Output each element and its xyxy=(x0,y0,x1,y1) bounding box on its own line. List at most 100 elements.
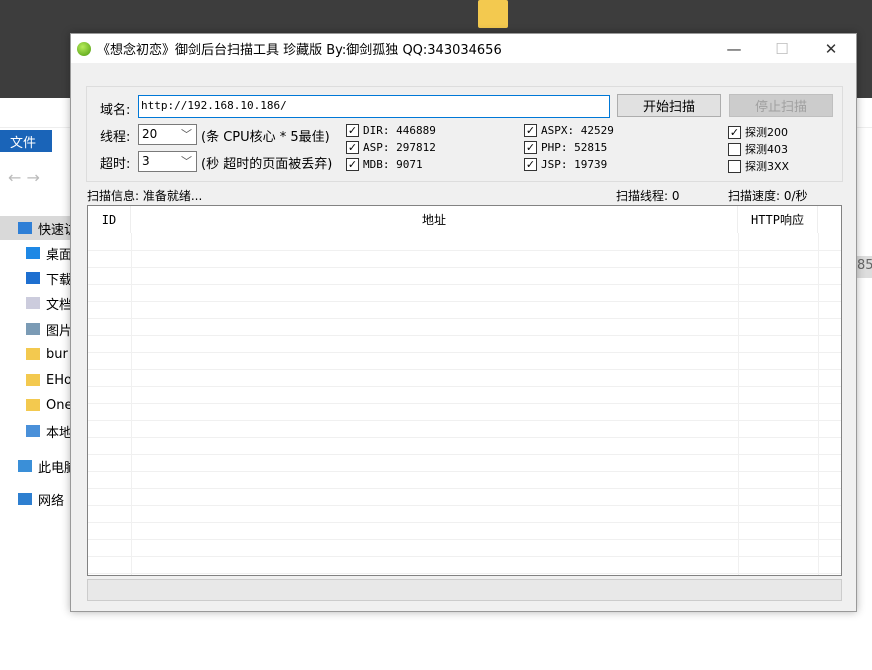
checkbox-label: DIR: 446889 xyxy=(363,124,436,137)
results-table[interactable]: ID 地址 HTTP响应 xyxy=(87,205,842,576)
window-title: 《想念初恋》御剑后台扫描工具 珍藏版 By:御剑孤独 QQ:343034656 xyxy=(97,43,502,58)
folder-icon xyxy=(26,348,40,360)
checkbox[interactable]: 探测3XX xyxy=(728,158,789,174)
checkbox-label: PHP: 52815 xyxy=(541,141,608,154)
scan-threads: 扫描线程: 0 xyxy=(616,189,680,203)
drive-icon xyxy=(26,425,40,437)
checked-icon[interactable]: ✓ xyxy=(524,158,537,171)
checked-icon[interactable]: ✓ xyxy=(346,141,359,154)
computer-icon xyxy=(18,460,32,472)
checkbox[interactable]: ✓ JSP: 19739 xyxy=(524,158,607,171)
network-icon xyxy=(18,493,32,505)
nav-item-label: 桌面 xyxy=(46,247,73,263)
row-divider xyxy=(88,573,841,574)
checkbox[interactable]: ✓ MDB: 9071 xyxy=(346,158,423,171)
settings-group: 域名: http://192.168.10.186/ 开始扫描 停止扫描 线程:… xyxy=(86,86,843,182)
minimize-button[interactable]: — xyxy=(711,34,757,63)
threads-label: 线程: xyxy=(100,130,131,145)
row-divider xyxy=(88,318,841,319)
chevron-down-icon: ﹀ xyxy=(181,128,192,141)
desktop-icon xyxy=(26,247,40,259)
folder-icon xyxy=(26,399,40,411)
checkbox-label: ASP: 297812 xyxy=(363,141,436,154)
maximize-button[interactable]: ☐ xyxy=(759,34,805,63)
row-divider xyxy=(88,369,841,370)
row-divider xyxy=(88,454,841,455)
explorer-partial-text: 85 xyxy=(857,256,872,278)
checkbox[interactable]: ✓ ASPX: 42529 xyxy=(524,124,614,137)
app-icon xyxy=(77,41,91,56)
row-divider xyxy=(88,505,841,506)
checkbox-label: 探测200 xyxy=(745,126,788,139)
nav-item-label: One xyxy=(46,397,73,413)
checkbox[interactable]: 探测403 xyxy=(728,141,788,157)
nav-item-label: 下载 xyxy=(46,272,73,288)
scan-info: 扫描信息: 准备就绪... xyxy=(87,189,203,203)
row-divider xyxy=(88,556,841,557)
row-divider xyxy=(88,301,841,302)
nav-item-label: 网络 xyxy=(38,493,65,509)
row-divider xyxy=(88,267,841,268)
checked-icon[interactable]: ✓ xyxy=(346,124,359,137)
checkbox[interactable]: ✓ PHP: 52815 xyxy=(524,141,607,154)
scan-speed: 扫描速度: 0/秒 xyxy=(728,189,808,203)
nav-item-label: 文档 xyxy=(46,297,73,313)
domain-input[interactable]: http://192.168.10.186/ xyxy=(138,95,610,118)
row-divider xyxy=(88,539,841,540)
timeout-label: 超时: xyxy=(100,157,131,172)
nav-item-label: 图片 xyxy=(46,323,73,339)
row-divider xyxy=(88,335,841,336)
row-divider xyxy=(88,488,841,489)
row-divider xyxy=(88,386,841,387)
row-divider xyxy=(88,403,841,404)
row-divider xyxy=(88,284,841,285)
threads-select[interactable]: 20 ﹀ xyxy=(138,124,197,145)
scanner-window: 《想念初恋》御剑后台扫描工具 珍藏版 By:御剑孤独 QQ:343034656 … xyxy=(70,33,857,612)
checkbox[interactable]: ✓ 探测200 xyxy=(728,124,788,140)
picture-icon xyxy=(26,323,40,335)
checkbox[interactable]: ✓ DIR: 446889 xyxy=(346,124,436,137)
document-icon xyxy=(26,297,40,309)
row-divider xyxy=(88,522,841,523)
row-divider xyxy=(88,437,841,438)
checked-icon[interactable]: ✓ xyxy=(524,141,537,154)
unchecked-icon[interactable] xyxy=(728,142,741,156)
row-divider xyxy=(88,471,841,472)
timeout-select[interactable]: 3 ﹀ xyxy=(138,151,197,172)
row-divider xyxy=(88,250,841,251)
folder-icon xyxy=(478,0,508,28)
back-forward-icons[interactable]: ← → xyxy=(8,168,40,187)
checkbox-label: MDB: 9071 xyxy=(363,158,423,171)
checkbox-label: 探测3XX xyxy=(745,160,790,173)
start-scan-button[interactable]: 开始扫描 xyxy=(617,94,721,117)
timeout-value: 3 xyxy=(142,154,150,168)
nav-item-label: bur xyxy=(46,346,68,362)
checked-icon[interactable]: ✓ xyxy=(728,125,741,139)
checkbox[interactable]: ✓ ASP: 297812 xyxy=(346,141,436,154)
checked-icon[interactable]: ✓ xyxy=(346,158,359,171)
row-divider xyxy=(88,352,841,353)
chevron-down-icon: ﹀ xyxy=(181,155,192,168)
status-bar xyxy=(87,579,842,601)
column-header-http[interactable]: HTTP响应 xyxy=(738,206,818,233)
checkbox-label: JSP: 19739 xyxy=(541,158,608,171)
column-header-address[interactable]: 地址 xyxy=(131,206,738,233)
row-divider xyxy=(88,420,841,421)
domain-label: 域名: xyxy=(100,103,131,118)
nav-item-label: EHo xyxy=(46,372,72,388)
checked-icon[interactable]: ✓ xyxy=(524,124,537,137)
unchecked-icon[interactable] xyxy=(728,159,741,173)
checkbox-label: 探测403 xyxy=(745,143,788,156)
download-icon xyxy=(26,272,40,284)
timeout-hint: (秒 超时的页面被丢弃) xyxy=(201,157,333,172)
threads-value: 20 xyxy=(142,127,158,141)
file-tab[interactable]: 文件 xyxy=(0,130,52,152)
column-header-id[interactable]: ID xyxy=(88,206,131,233)
nav-item-label: 本地 xyxy=(46,425,73,441)
star-icon xyxy=(18,222,32,234)
close-button[interactable]: ✕ xyxy=(808,34,854,63)
checkbox-label: ASPX: 42529 xyxy=(541,124,614,137)
threads-hint: (条 CPU核心 * 5最佳) xyxy=(201,130,330,145)
folder-icon xyxy=(26,374,40,386)
stop-scan-button[interactable]: 停止扫描 xyxy=(729,94,833,117)
